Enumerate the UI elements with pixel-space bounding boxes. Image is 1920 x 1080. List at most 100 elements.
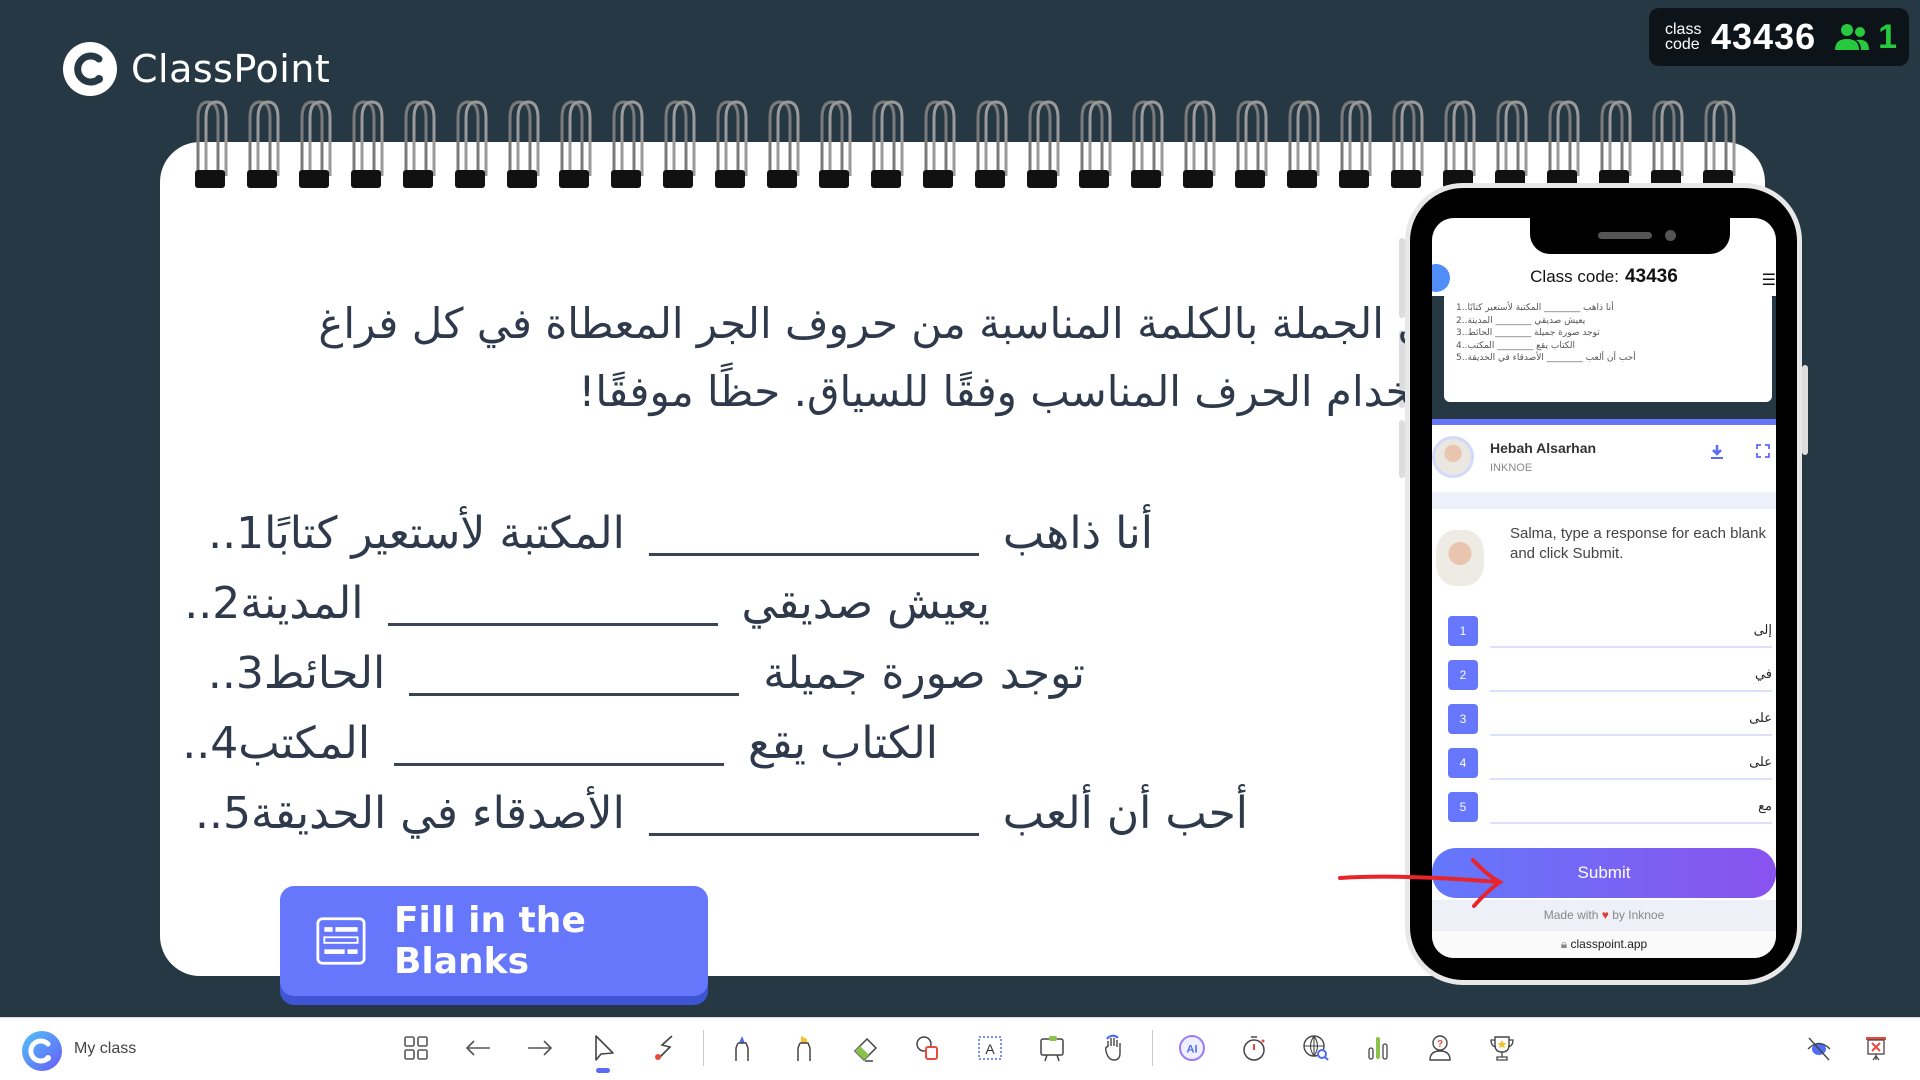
teacher-name: Hebah Alsarhan [1490,440,1597,456]
whiteboard-tool[interactable] [1032,1028,1072,1068]
question-5: أحب أن ألعب الأصدقاء في الحديقة5.. [195,788,1248,839]
url-text: classpoint.app [1570,937,1648,951]
spiral-ring-icon [1391,100,1424,188]
preview-line: توجد صورة جميلة ________ الحائط..3 [1456,328,1600,338]
quick-poll-button[interactable] [1358,1028,1398,1068]
spiral-ring-icon [975,100,1008,188]
highlighter-tool[interactable] [784,1028,824,1068]
pen-tool[interactable] [722,1028,762,1068]
spiral-ring-icon [1495,100,1528,188]
answer-input[interactable]: في [1490,660,1772,692]
teacher-card: Hebah Alsarhan INKNOE [1432,426,1776,492]
question-text-after: المدينة [240,578,364,629]
end-show-button[interactable] [1856,1028,1896,1068]
previous-slide-button[interactable] [458,1028,498,1068]
spiral-ring-icon [611,100,644,188]
spiral-ring-icon [559,100,592,188]
shapes-tool[interactable] [908,1028,948,1068]
grid-icon [404,1036,428,1060]
drag-objects-tool[interactable] [1094,1028,1134,1068]
award-stars-button[interactable] [1482,1028,1522,1068]
spiral-ring-icon [819,100,852,188]
answer-field-3[interactable]: 3 على [1448,704,1772,738]
slide-preview[interactable]: أنا ذاهب ________ المكتبة لأستعير كتابًا… [1444,292,1772,402]
question-text-after: المكتب [238,718,371,769]
spiral-ring-icon [403,100,436,188]
whiteboard-icon [1040,1036,1064,1062]
answer-blank [648,833,979,836]
menu-icon[interactable]: ☰ [1762,270,1776,290]
answer-blank [648,553,979,556]
question-text-before: توجد صورة جميلة [763,648,1085,699]
instruction-line-2: تأكد من استخدام الحرف المناسب وفقًا للسي… [578,367,1425,416]
classpoint-icon [28,1038,51,1064]
class-code-label: class code [1665,21,1702,53]
question-text-after: الحائط [263,648,386,699]
phone-class-code: Class code: 43436 [1432,266,1776,288]
text-box-tool[interactable]: A [970,1028,1010,1068]
lock-icon: 🔒︎ [1560,937,1568,951]
spiral-ring-icon [1287,100,1320,188]
spiral-ring-icon [299,100,332,188]
fullscreen-icon[interactable] [1756,444,1770,458]
response-prompt: Salma, type a response for each blank an… [1510,525,1766,562]
highlighter-icon [797,1036,811,1061]
laser-pen-tool[interactable] [645,1028,685,1068]
slides-grid-button[interactable] [396,1028,436,1068]
answer-field-2[interactable]: 2 في [1448,660,1772,694]
answer-input[interactable]: مع [1490,792,1772,824]
class-code-badge[interactable]: class code 43436 1 [1649,8,1909,66]
answer-field-1[interactable]: 1 إلى [1448,616,1772,650]
question-text-before: أنا ذاهب [1002,508,1153,559]
class-code-value: 43436 [1711,16,1817,57]
arrow-left-icon [465,1040,490,1056]
question-4: الكتاب يقع المكتب4.. [182,718,938,769]
class-name[interactable]: My class [74,1040,136,1058]
spiral-ring-icon [871,100,904,188]
pointer-tool[interactable] [583,1028,623,1068]
hide-ink-button[interactable] [1799,1028,1839,1068]
name-picker-button[interactable]: ? [1420,1028,1460,1068]
by-inknoe-text: by Inknoe [1612,908,1665,922]
pen-icon [735,1036,749,1061]
active-tool-indicator [596,1068,610,1073]
timer-button[interactable] [1234,1028,1274,1068]
stopwatch-icon [1243,1036,1265,1061]
answer-input[interactable]: على [1490,748,1772,780]
classpoint-logo-icon [63,42,117,96]
notebook-spiral [190,96,1750,192]
eraser-tool[interactable] [846,1028,886,1068]
preview-line: يعيش صديقي ________ المدينة..2 [1456,315,1586,326]
spiral-ring-icon [1027,100,1060,188]
preview-line: الكتاب يقع ________ المكتب..4 [1456,340,1575,351]
answer-field-5[interactable]: 5 مع [1448,792,1772,826]
shapes-icon [916,1036,938,1060]
text-box-icon: A [978,1036,1002,1060]
spiral-ring-icon [767,100,800,188]
svg-text:A: A [985,1041,995,1057]
spiral-ring-icon [455,100,488,188]
spiral-ring-icon [1131,100,1164,188]
toolbar-separator [1152,1030,1153,1066]
phone-side-button [1802,365,1808,455]
preview-line: أحب أن ألعب ________ الأصدقاء في الحديقة… [1456,353,1636,363]
answer-field-4[interactable]: 4 على [1448,748,1772,782]
spiral-ring-icon [507,100,540,188]
classpoint-toolbar-logo[interactable] [22,1031,62,1071]
question-1: أنا ذاهب المكتبة لأستعير كتابًا1.. [208,508,1153,559]
question-text-before: الكتاب يقع [748,718,938,769]
download-icon[interactable] [1710,444,1724,460]
ai-button[interactable]: AI [1172,1028,1212,1068]
browser-url-bar[interactable]: 🔒︎ classpoint.app [1432,930,1776,958]
class-code-label: Class code: [1530,267,1619,286]
answer-input[interactable]: على [1490,704,1772,736]
question-text-after: المكتبة لأستعير كتابًا [264,508,625,559]
fill-in-the-blanks-button[interactable]: Fill in the Blanks [280,886,708,996]
spiral-ring-icon [1235,100,1268,188]
answer-input[interactable]: إلى [1490,616,1772,648]
question-3: توجد صورة جميلة الحائط3.. [208,648,1085,699]
next-slide-button[interactable] [520,1028,560,1068]
embedded-browser-button[interactable] [1296,1028,1336,1068]
annotation-arrow-icon [1338,858,1504,908]
divider [1432,492,1776,509]
